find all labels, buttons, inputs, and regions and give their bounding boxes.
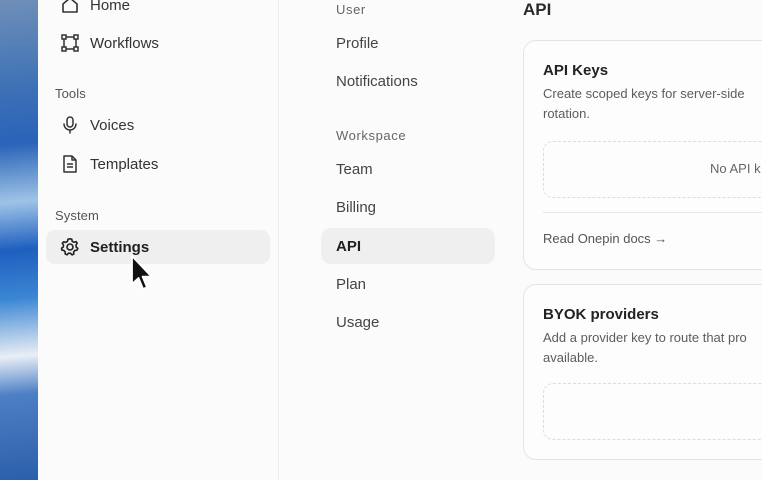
card-description: Add a provider key to route that pro ava… — [543, 330, 747, 365]
sidebar-item-settings[interactable]: Settings — [46, 230, 270, 264]
section-label-tools: Tools — [55, 86, 86, 101]
sidebar-item-label: Settings — [90, 238, 150, 256]
mouse-cursor-icon — [131, 255, 153, 290]
sidebar-item-templates[interactable]: Templates — [46, 147, 270, 181]
sidebar-item-home[interactable]: Home — [46, 0, 270, 22]
document-icon — [63, 155, 77, 173]
section-label-user: User — [336, 2, 366, 17]
sidebar-item-label: Templates — [90, 155, 159, 173]
settings-nav-team[interactable]: Team — [321, 151, 495, 187]
api-keys-empty-state: No API k — [543, 141, 762, 198]
docs-link[interactable]: Read Onepin docs → — [543, 231, 667, 246]
sidebar-item-label: Voices — [90, 116, 135, 134]
page-title: API — [523, 0, 552, 19]
app-window: Home Workflows Tools Voices Templates Sy… — [0, 0, 762, 480]
empty-state-text: No API k — [710, 161, 761, 176]
settings-nav-plan[interactable]: Plan — [321, 266, 495, 302]
settings-nav-profile[interactable]: Profile — [321, 25, 495, 61]
divider — [543, 212, 762, 213]
sidebar-item-voices[interactable]: Voices — [46, 108, 270, 142]
settings-nav-usage[interactable]: Usage — [321, 304, 495, 340]
main-content: API API Keys Create scoped keys for serv… — [502, 0, 762, 480]
workflows-icon — [61, 34, 79, 52]
desktop-wallpaper — [0, 0, 38, 480]
settings-nav-api[interactable]: API — [321, 228, 495, 264]
sidebar-item-label: Home — [90, 0, 131, 14]
api-keys-card: API Keys Create scoped keys for server-s… — [523, 40, 762, 270]
section-label-workspace: Workspace — [336, 128, 407, 143]
gear-icon — [60, 238, 79, 256]
home-icon — [62, 0, 78, 13]
sidebar-item-workflows[interactable]: Workflows — [46, 26, 270, 60]
sidebar-item-label: Workflows — [90, 34, 159, 52]
sidebar: Home Workflows Tools Voices Templates Sy… — [38, 0, 279, 480]
settings-nav-billing[interactable]: Billing — [321, 189, 495, 225]
settings-nav: User Profile Notifications Workspace Tea… — [280, 0, 502, 480]
microphone-icon — [63, 116, 77, 134]
byok-empty-state — [543, 383, 762, 440]
settings-nav-notifications[interactable]: Notifications — [321, 63, 495, 99]
byok-providers-card: BYOK providers Add a provider key to rou… — [523, 284, 762, 460]
card-title: BYOK providers — [543, 306, 659, 323]
card-title: API Keys — [543, 62, 609, 79]
section-label-system: System — [55, 208, 99, 223]
card-description: Create scoped keys for server-side rotat… — [543, 86, 745, 121]
